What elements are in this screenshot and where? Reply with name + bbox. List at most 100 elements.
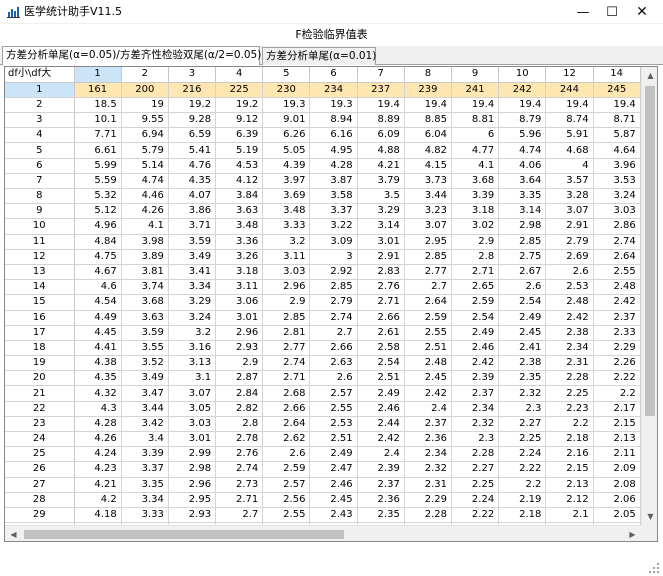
table-cell[interactable]: 2.7 — [404, 279, 453, 296]
table-cell[interactable]: 2.53 — [309, 416, 358, 433]
table-cell[interactable]: 3.71 — [168, 218, 217, 235]
table-cell[interactable]: 2.06 — [593, 492, 641, 508]
table-cell[interactable]: 3.63 — [121, 310, 169, 326]
table-cell[interactable]: 4.95 — [309, 142, 358, 159]
table-cell[interactable]: 2.24 — [498, 446, 547, 463]
table-cell[interactable]: 9.01 — [262, 112, 311, 129]
table-cell[interactable]: 2.51 — [309, 431, 358, 448]
row-header[interactable]: 18 — [5, 340, 75, 357]
table-cell[interactable]: 8.94 — [309, 112, 358, 129]
table-cell[interactable]: 2.78 — [215, 431, 264, 448]
row-header[interactable]: 12 — [5, 249, 75, 265]
table-cell[interactable]: 2.22 — [498, 461, 547, 478]
table-cell[interactable]: 2.3 — [451, 431, 500, 448]
table-cell[interactable]: 2.4 — [357, 446, 405, 463]
table-cell[interactable]: 4.96 — [74, 218, 122, 235]
table-cell[interactable]: 2.24 — [451, 492, 500, 508]
table-cell[interactable]: 2.54 — [498, 294, 547, 311]
table-cell[interactable]: 3.11 — [215, 279, 264, 296]
table-cell[interactable]: 4.32 — [74, 385, 122, 402]
table-cell[interactable]: 2.38 — [545, 325, 594, 341]
table-cell[interactable]: 2.17 — [593, 401, 641, 417]
table-cell[interactable]: 3.52 — [121, 355, 169, 372]
table-cell[interactable]: 6.59 — [168, 127, 217, 144]
table-cell[interactable]: 2.6 — [545, 264, 594, 281]
row-header[interactable]: 21 — [5, 385, 75, 402]
table-cell[interactable]: 4.35 — [168, 173, 217, 190]
table-cell[interactable]: 3.68 — [121, 294, 169, 311]
table-cell[interactable]: 3.13 — [168, 355, 217, 372]
table-cell[interactable]: 245 — [593, 82, 641, 98]
table-cell[interactable]: 9.28 — [168, 112, 217, 129]
column-header[interactable]: 9 — [451, 67, 500, 83]
table-cell[interactable]: 3.48 — [262, 203, 311, 220]
table-cell[interactable]: 2.67 — [498, 264, 547, 281]
table-cell[interactable]: 2.66 — [357, 310, 405, 326]
table-cell[interactable]: 4.24 — [74, 446, 122, 463]
table-cell[interactable]: 3.98 — [121, 234, 169, 250]
table-cell[interactable]: 3.28 — [545, 188, 594, 205]
table-cell[interactable]: 2.36 — [404, 431, 453, 448]
table-cell[interactable]: 2.45 — [309, 492, 358, 508]
table-cell[interactable]: 3.2 — [262, 234, 311, 250]
table-cell[interactable]: 3.84 — [215, 188, 264, 205]
table-cell[interactable]: 4.1 — [121, 218, 169, 235]
table-cell[interactable]: 6.16 — [309, 127, 358, 144]
table-cell[interactable]: 2.53 — [545, 279, 594, 296]
table-cell[interactable]: 3.22 — [309, 218, 358, 235]
table-cell[interactable]: 2.32 — [451, 416, 500, 433]
table-cell[interactable]: 4.1 — [451, 158, 500, 174]
table-cell[interactable]: 2.1 — [545, 507, 594, 524]
table-cell[interactable]: 2.54 — [451, 310, 500, 326]
row-header[interactable]: 5 — [5, 142, 75, 159]
table-cell[interactable]: 3.1 — [168, 370, 217, 387]
table-cell[interactable]: 2.99 — [168, 446, 217, 463]
table-cell[interactable]: 3.87 — [309, 173, 358, 190]
table-cell[interactable]: 3.35 — [121, 477, 169, 493]
table-cell[interactable]: 10.1 — [74, 112, 122, 129]
table-cell[interactable]: 2.35 — [498, 370, 547, 387]
table-cell[interactable]: 2.57 — [262, 477, 311, 493]
table-cell[interactable]: 3.74 — [121, 279, 169, 296]
table-cell[interactable]: 19.3 — [262, 97, 311, 114]
table-cell[interactable]: 2.49 — [451, 325, 500, 341]
table-cell[interactable]: 2.27 — [498, 416, 547, 433]
table-cell[interactable]: 2.28 — [545, 370, 594, 387]
table-cell[interactable]: 2.31 — [404, 477, 453, 493]
table-cell[interactable]: 2.61 — [357, 325, 405, 341]
table-cell[interactable]: 2.64 — [262, 416, 311, 433]
table-cell[interactable]: 2.26 — [593, 355, 641, 372]
table-cell[interactable]: 2.08 — [593, 477, 641, 493]
table-cell[interactable]: 2.2 — [498, 477, 547, 493]
table-cell[interactable]: 4.26 — [74, 431, 122, 448]
table-cell[interactable]: 3.24 — [593, 188, 641, 205]
table-cell[interactable]: 4.3 — [74, 401, 122, 417]
table-cell[interactable]: 8.71 — [593, 112, 641, 129]
table-cell[interactable]: 3.24 — [168, 310, 217, 326]
row-header[interactable]: 23 — [5, 416, 75, 433]
row-header[interactable]: 16 — [5, 310, 75, 326]
table-cell[interactable]: 2.49 — [357, 385, 405, 402]
table-cell[interactable]: 3.34 — [121, 492, 169, 508]
table-cell[interactable]: 3.48 — [215, 218, 264, 235]
row-header[interactable]: 2 — [5, 97, 75, 114]
table-cell[interactable]: 2.46 — [357, 401, 405, 417]
table-cell[interactable]: 2.25 — [545, 385, 594, 402]
table-cell[interactable]: 2.29 — [593, 340, 641, 357]
table-cell[interactable]: 3.63 — [215, 203, 264, 220]
column-header[interactable]: 4 — [215, 67, 264, 83]
table-cell[interactable]: 5.91 — [545, 127, 594, 144]
table-cell[interactable]: 2.49 — [498, 310, 547, 326]
table-cell[interactable]: 2.59 — [404, 310, 453, 326]
table-cell[interactable]: 2.8 — [215, 416, 264, 433]
table-cell[interactable]: 4.46 — [121, 188, 169, 205]
table-cell[interactable]: 2.44 — [357, 416, 405, 433]
table-cell[interactable]: 4.74 — [121, 173, 169, 190]
table-cell[interactable]: 3.23 — [404, 203, 453, 220]
table-cell[interactable]: 2.69 — [545, 249, 594, 265]
table-cell[interactable]: 4.74 — [498, 142, 547, 159]
table-cell[interactable]: 2.75 — [498, 249, 547, 265]
column-header[interactable]: 10 — [498, 67, 547, 83]
table-cell[interactable]: 2.22 — [593, 370, 641, 387]
table-cell[interactable]: 3.33 — [262, 218, 311, 235]
